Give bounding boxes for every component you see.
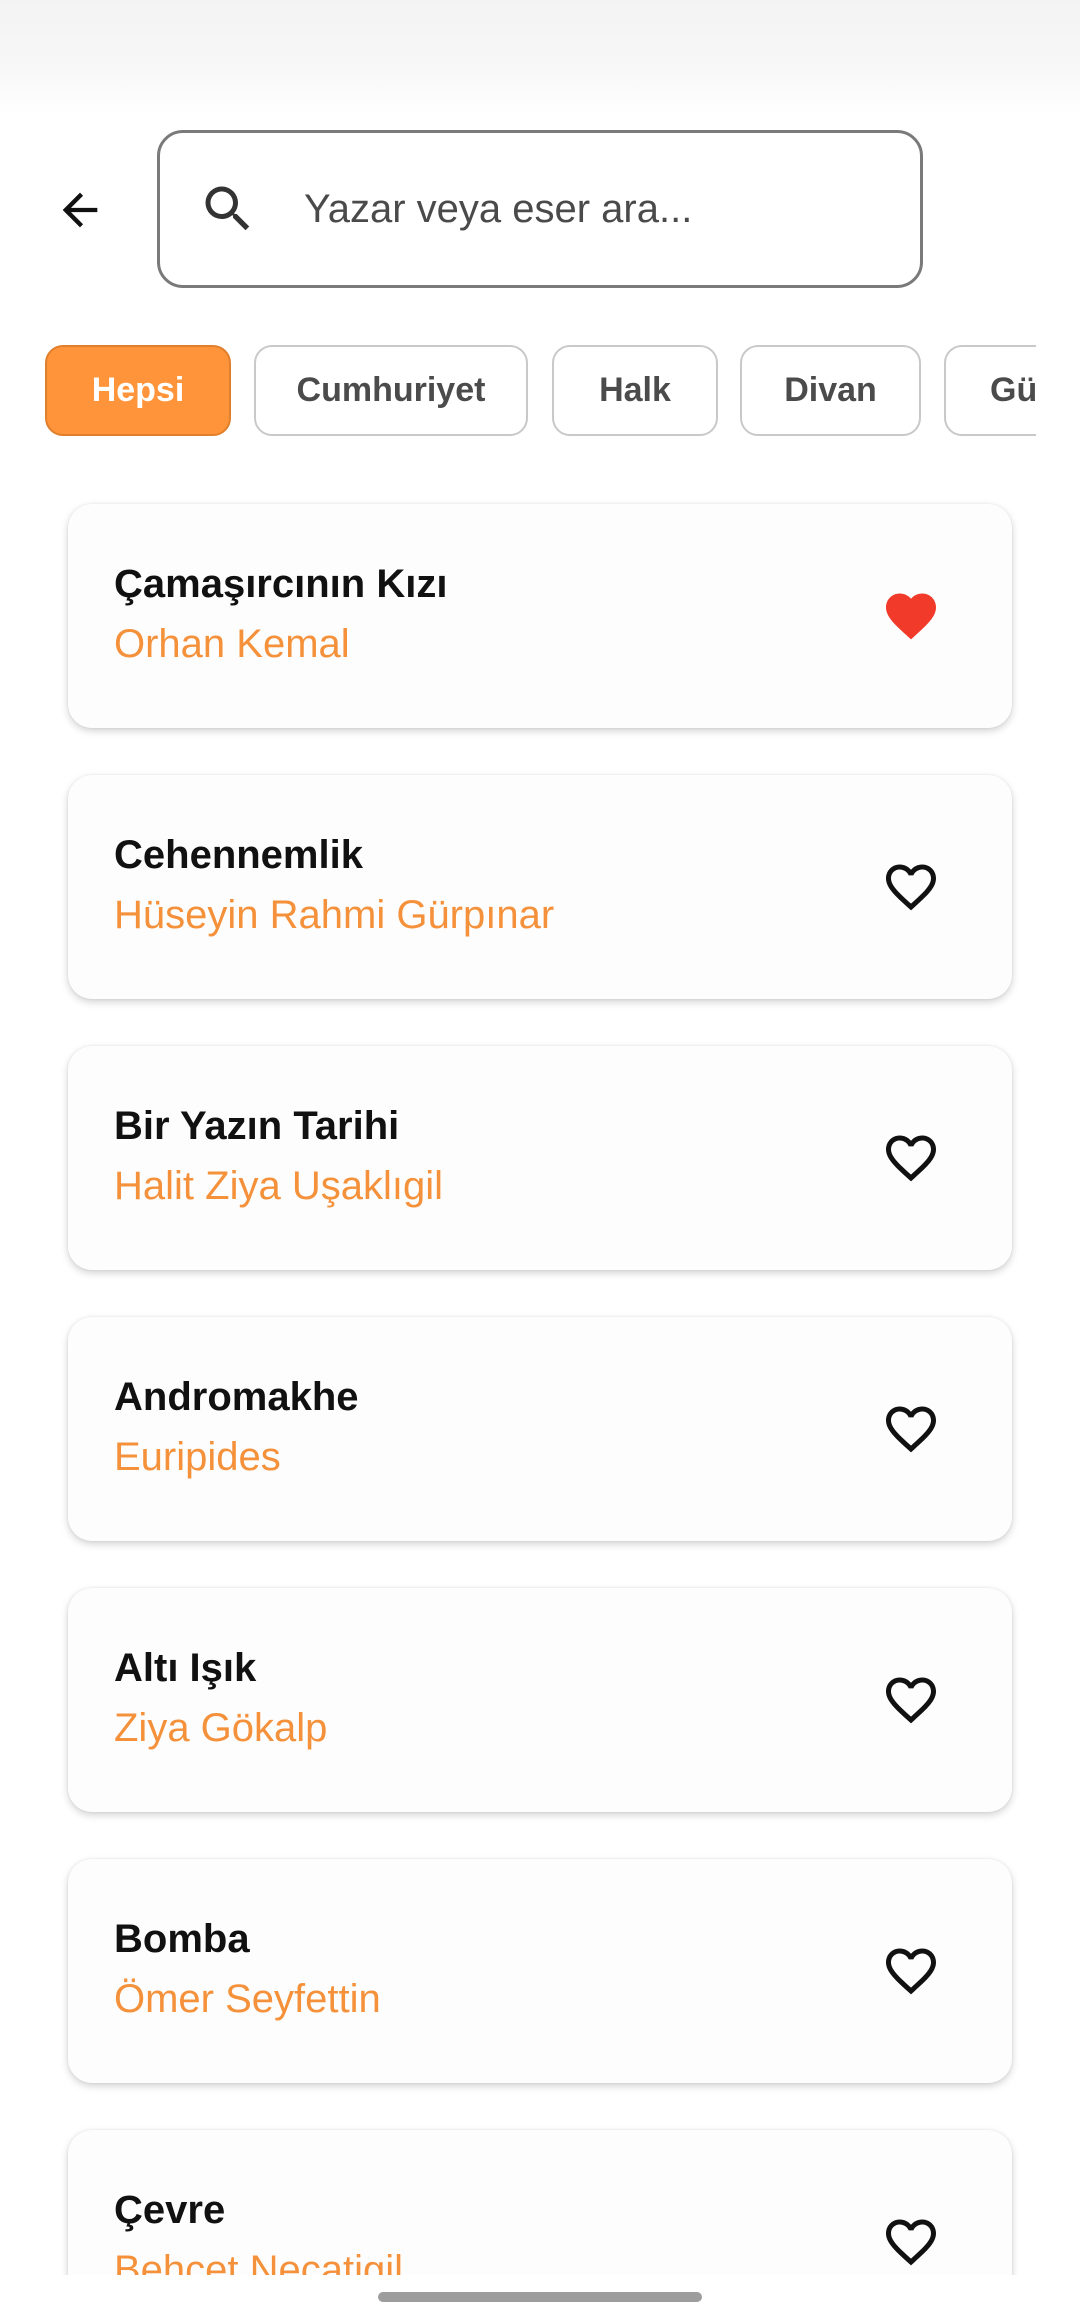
work-title: Çamaşırcının Kızı (114, 562, 448, 606)
heart-filled-icon[interactable] (880, 586, 942, 646)
heart-outline-icon[interactable] (880, 1670, 942, 1730)
work-title: Cehennemlik (114, 833, 363, 877)
heart-outline-icon[interactable] (880, 857, 942, 917)
heart-outline-icon[interactable] (880, 2212, 942, 2272)
back-button[interactable] (40, 170, 120, 250)
work-card[interactable]: Andromakhe Euripides (68, 1317, 1012, 1541)
work-title: Bomba (114, 1917, 250, 1961)
work-card[interactable]: Altı Işık Ziya Gökalp (68, 1588, 1012, 1812)
search-box[interactable] (157, 130, 923, 288)
work-author: Halit Ziya Uşaklıgil (114, 1164, 443, 1208)
work-title: Çevre (114, 2188, 226, 2232)
work-author: Orhan Kemal (114, 622, 350, 666)
search-input[interactable] (304, 133, 900, 285)
chip-hepsi[interactable]: Hepsi (45, 345, 231, 436)
arrow-left-icon (62, 192, 98, 228)
work-card[interactable]: Cehennemlik Hüseyin Rahmi Gürpınar (68, 775, 1012, 999)
heart-outline-icon[interactable] (880, 1941, 942, 2001)
work-card[interactable]: Bir Yazın Tarihi Halit Ziya Uşaklıgil (68, 1046, 1012, 1270)
status-bar-area (0, 0, 1080, 115)
work-author: Ömer Seyfettin (114, 1977, 381, 2021)
chip-cumhuriyet[interactable]: Cumhuriyet (254, 345, 528, 436)
heart-outline-icon[interactable] (880, 1399, 942, 1459)
heart-outline-icon[interactable] (880, 1128, 942, 1188)
work-card[interactable]: Çevre Behçet Necatigil (68, 2130, 1012, 2275)
search-icon (205, 186, 250, 231)
app-screen: Hepsi Cumhuriyet Halk Divan Gü Çamaşırcı… (0, 0, 1080, 2316)
chip-halk[interactable]: Halk (552, 345, 718, 436)
work-author: Ziya Gökalp (114, 1706, 328, 1750)
category-filter-bar: Hepsi Cumhuriyet Halk Divan Gü (0, 345, 1036, 438)
work-card[interactable]: Çamaşırcının Kızı Orhan Kemal (68, 504, 1012, 728)
work-author: Hüseyin Rahmi Gürpınar (114, 893, 555, 937)
work-title: Bir Yazın Tarihi (114, 1104, 400, 1148)
gesture-navigation-bar[interactable] (378, 2292, 702, 2302)
work-title: Altı Işık (114, 1646, 257, 1690)
work-title: Andromakhe (114, 1375, 359, 1419)
chip-gu[interactable]: Gü (944, 345, 1036, 436)
works-list: Çamaşırcının Kızı Orhan Kemal Cehennemli… (0, 480, 1080, 2275)
chip-divan[interactable]: Divan (740, 345, 921, 436)
work-card[interactable]: Bomba Ömer Seyfettin (68, 1859, 1012, 2083)
work-author: Behçet Necatigil (114, 2248, 404, 2275)
work-author: Euripides (114, 1435, 281, 1479)
